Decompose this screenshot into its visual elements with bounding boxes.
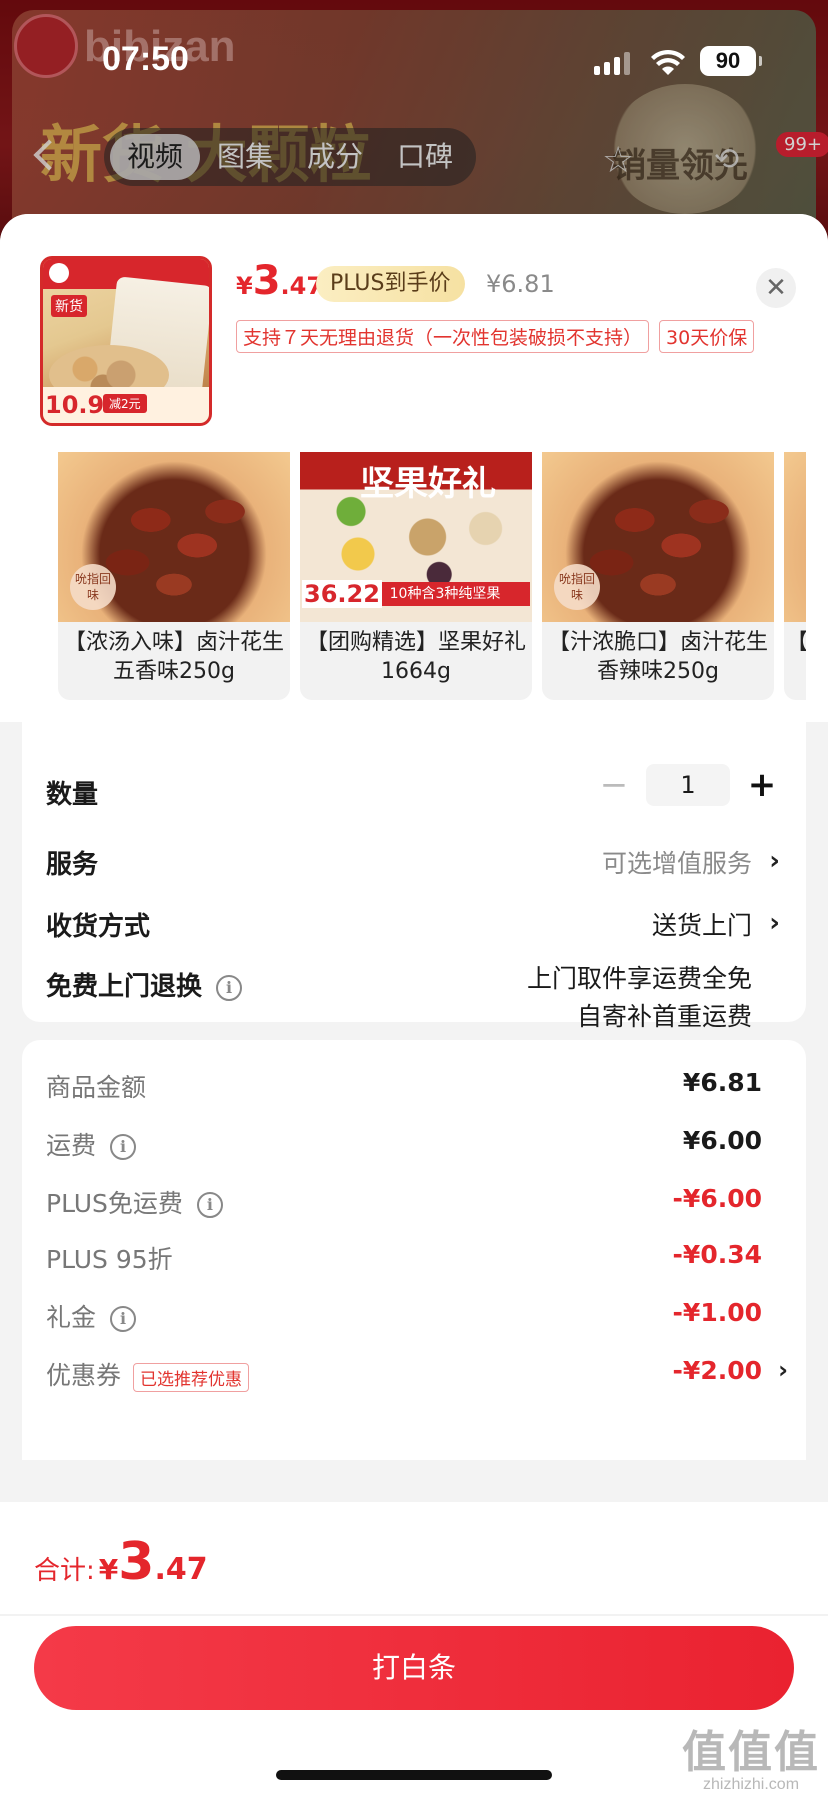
coupon-chip: 已选推荐优惠 (133, 1362, 250, 1392)
info-icon[interactable]: i (110, 1306, 137, 1332)
rec-card[interactable]: 【团 (784, 452, 806, 700)
thumb-price: 10.9 (45, 391, 105, 419)
rec-name-line2: 1664g (381, 659, 451, 684)
pay-button[interactable]: 打白条 (34, 1626, 794, 1710)
close-icon[interactable]: ✕ (756, 268, 796, 308)
total-price: 合计: ¥ 3 .47 (34, 1532, 208, 1592)
rec-price: 36.22 (302, 580, 382, 608)
info-icon[interactable]: i (110, 1134, 137, 1160)
chevron-right-icon: › (769, 908, 780, 938)
info-icon[interactable]: i (196, 1192, 223, 1218)
product-thumbnail[interactable]: 新货 10.9 减2元 (40, 256, 212, 426)
original-price: ¥6.81 (486, 270, 555, 298)
product-price: ¥ 3 .47 (236, 258, 324, 304)
wifi-icon (651, 49, 685, 75)
recommendation-strip: 吮指回味 【浓汤入味】卤汁花生 五香味250g 坚果好礼 10种含3种纯坚果 3… (0, 452, 828, 722)
delivery-value: 送货上门 (651, 911, 752, 940)
decrease-button[interactable]: − (594, 765, 634, 805)
battery-icon: 90 (700, 46, 762, 76)
quantity-input[interactable]: 1 (646, 764, 730, 806)
quantity-stepper: − 1 + (594, 764, 782, 806)
gift-row: 礼金 i -¥1.00 (46, 1298, 762, 1332)
shipping-row: 运费 i ¥6.00 (46, 1126, 762, 1160)
goods-amount: ¥6.81 (682, 1068, 762, 1097)
service-value: 可选增值服务 (601, 849, 752, 878)
rec-name-line1: 【浓汤入味】卤汁花生 (63, 630, 284, 655)
plus-free-shipping-row: PLUS免运费 i -¥6.00 (46, 1184, 762, 1218)
thumb-label: 新货 (51, 295, 87, 317)
rec-card[interactable]: 吮指回味 【汁浓脆口】卤汁花生 香辣味250g (542, 452, 774, 700)
rec-name-line2: 香辣味250g (597, 659, 719, 684)
divider (0, 1614, 828, 1616)
rec-image (784, 452, 806, 622)
plus-free-shipping-amount: -¥6.00 (672, 1184, 762, 1213)
rec-card[interactable]: 坚果好礼 10种含3种纯坚果 36.22 【团购精选】坚果好礼 1664g (300, 452, 532, 700)
return-policy-tag: 支持７天无理由退货（一次性包装破损不支持） (236, 320, 650, 353)
signal-icon (594, 52, 630, 75)
rec-name-line1: 【团购精选】坚果好礼 (305, 630, 526, 655)
shipping-amount: ¥6.00 (682, 1126, 762, 1155)
rec-name-line1: 【汁浓脆口】卤汁花生 (547, 630, 768, 655)
rec-title: 坚果好礼 (360, 464, 496, 504)
free-return-detail: 上门取件享运费全免 自寄补首重运费 (526, 964, 752, 1031)
chevron-right-icon: › (778, 1356, 788, 1384)
rec-badge: 吮指回味 (70, 564, 116, 610)
quantity-label: 数量 (46, 780, 99, 810)
delivery-label: 收货方式 (46, 912, 151, 942)
free-return-label: 免费上门退换 (46, 972, 203, 1002)
price-protect-tag: 30天价保 (659, 320, 755, 353)
thumb-promo: 减2元 (103, 394, 147, 413)
product-summary: 新货 10.9 减2元 ¥ 3 .47 PLUS到手价 ¥6.81 ✕ 支持７天… (0, 214, 828, 452)
chevron-right-icon: › (769, 846, 780, 876)
increase-button[interactable]: + (742, 765, 782, 805)
rec-card[interactable]: 吮指回味 【浓汤入味】卤汁花生 五香味250g (58, 452, 290, 700)
coupon-amount: -¥2.00 (672, 1356, 762, 1385)
plus-discount-row: PLUS 95折 -¥0.34 (46, 1240, 762, 1274)
checkout-footer: 合计: ¥ 3 .47 打白条 值值值 zhizhizhi.com (0, 1502, 828, 1796)
service-tags: 支持７天无理由退货（一次性包装破损不支持） 30天价保 (236, 320, 755, 353)
status-bar: 07:50 90 (0, 0, 828, 120)
status-time: 07:50 (102, 40, 189, 78)
home-indicator[interactable] (276, 1770, 552, 1780)
order-options: 数量 − 1 + 服务 可选增值服务 › 收货方式 送货上门 › 免费上门退换 i… (22, 722, 806, 1031)
rec-banner: 10种含3种纯坚果 (360, 582, 530, 606)
rec-badge: 吮指回味 (554, 564, 600, 610)
info-icon[interactable]: i (216, 974, 243, 1001)
coupon-row[interactable]: 优惠券 已选推荐优惠 -¥2.00 › (46, 1356, 788, 1396)
plus-discount-amount: -¥0.34 (672, 1240, 762, 1269)
goods-amount-row: 商品金额 ¥6.81 (46, 1068, 762, 1102)
rec-name-line1: 【团 (786, 630, 806, 655)
gift-amount: -¥1.00 (672, 1298, 762, 1327)
watermark: 值值值 zhizhizhi.com (682, 1727, 820, 1793)
price-breakdown: 商品金额 ¥6.81 运费 i ¥6.00 PLUS免运费 i -¥6.00 PLU… (22, 1040, 806, 1460)
rec-name-line2: 五香味250g (113, 659, 235, 684)
plus-price-chip: PLUS到手价 (316, 266, 465, 302)
service-label: 服务 (46, 850, 99, 880)
